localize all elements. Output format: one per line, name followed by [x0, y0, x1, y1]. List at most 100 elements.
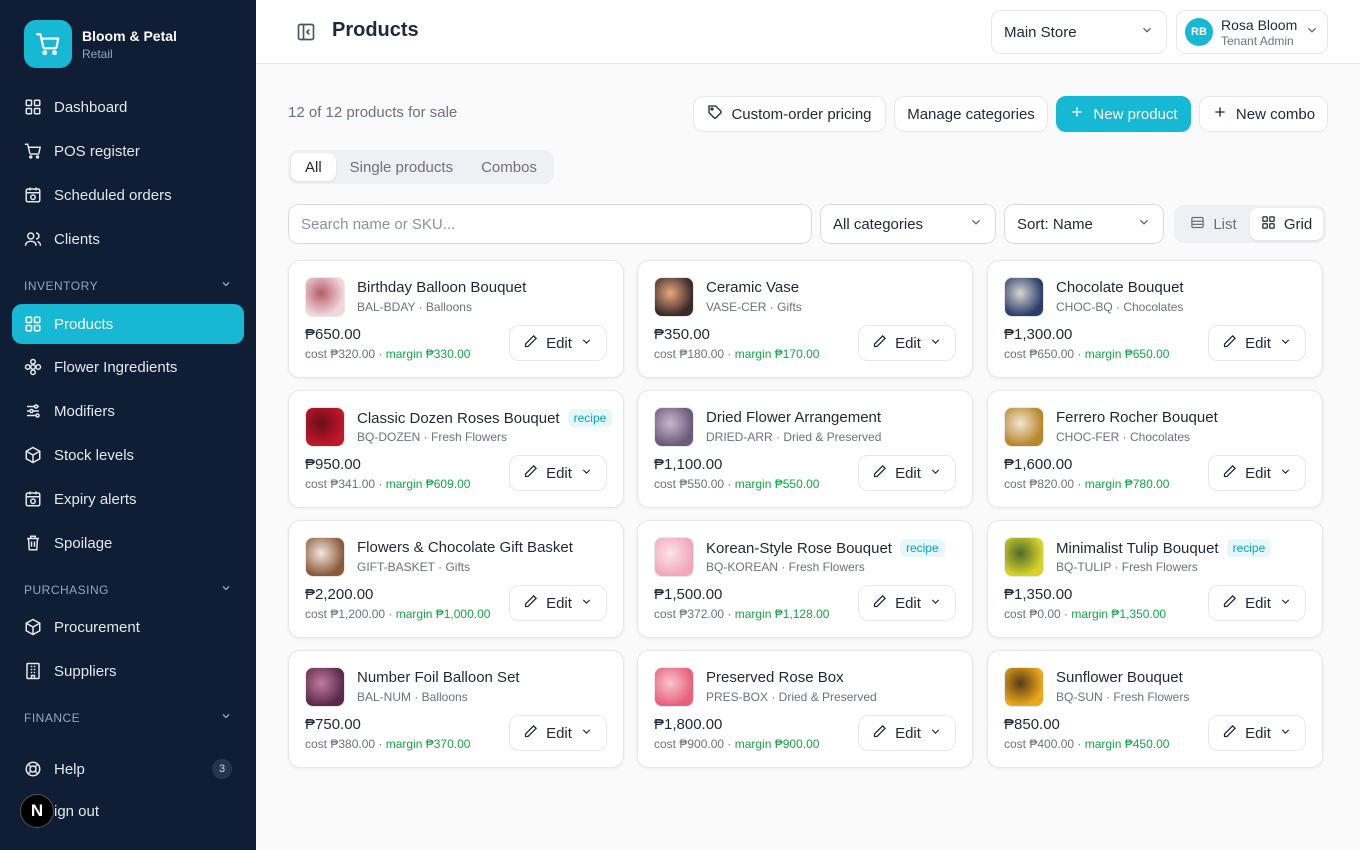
- sidebar-item-stock-levels[interactable]: Stock levels: [12, 435, 244, 475]
- section-label: FINANCE: [24, 710, 81, 725]
- manage-categories-button[interactable]: Manage categories: [894, 96, 1048, 132]
- tab-all[interactable]: All: [291, 153, 336, 181]
- product-thumbnail: [1004, 407, 1044, 447]
- product-card[interactable]: Ceramic Vase VASE-CER · Gifts ₱350.00 cost …: [637, 260, 973, 378]
- sidebar-item-products[interactable]: Products: [12, 304, 244, 344]
- sidebar-item-label: Spoilage: [54, 534, 113, 552]
- sidebar-item-pos-register[interactable]: POS register: [12, 131, 244, 171]
- section-inventory[interactable]: INVENTORY: [24, 278, 232, 293]
- product-price: ₱850.00: [1004, 716, 1060, 733]
- product-card[interactable]: Sunflower Bouquet BQ-SUN · Fresh Flowers ₱…: [987, 650, 1323, 768]
- search-input[interactable]: [288, 204, 812, 244]
- product-cost: cost ₱1,200.00 ·: [305, 607, 396, 621]
- edit-button[interactable]: Edit: [509, 455, 607, 491]
- dev-tools-badge[interactable]: N: [20, 794, 54, 828]
- edit-button[interactable]: Edit: [509, 585, 607, 621]
- product-type-tabs: All Single products Combos: [288, 150, 554, 184]
- new-combo-button[interactable]: New combo: [1199, 96, 1328, 132]
- new-product-button[interactable]: New product: [1056, 96, 1191, 132]
- sidebar-item-help[interactable]: Help 3: [12, 749, 244, 789]
- chevron-down-icon: [1140, 23, 1154, 41]
- edit-button[interactable]: Edit: [858, 715, 956, 751]
- edit-button[interactable]: Edit: [1208, 455, 1306, 491]
- product-card[interactable]: Ferrero Rocher Bouquet CHOC-FER · Chocola…: [987, 390, 1323, 508]
- product-cost-row: cost ₱320.00 · margin ₱330.00: [305, 347, 470, 361]
- custom-order-pricing-button[interactable]: Custom-order pricing: [693, 96, 886, 132]
- sidebar-item-procurement[interactable]: Procurement: [12, 607, 244, 647]
- edit-button[interactable]: Edit: [858, 325, 956, 361]
- section-purchasing[interactable]: PURCHASING: [24, 582, 232, 597]
- sidebar-item-label: Flower Ingredients: [54, 358, 178, 376]
- product-sku: BQ-TULIP · Fresh Flowers: [1056, 560, 1198, 574]
- product-cost: cost ₱0.00 ·: [1004, 607, 1072, 621]
- product-cost-row: cost ₱820.00 · margin ₱780.00: [1004, 477, 1169, 491]
- grid-view-button[interactable]: Grid: [1250, 208, 1323, 240]
- edit-button[interactable]: Edit: [858, 585, 956, 621]
- product-card[interactable]: Preserved Rose Box PRES-BOX · Dried & Pre…: [637, 650, 973, 768]
- sidebar-item-clients[interactable]: Clients: [12, 219, 244, 259]
- product-thumbnail: [305, 277, 345, 317]
- calendar-clock-icon: [24, 186, 42, 204]
- brand[interactable]: Bloom & Petal Retail: [24, 20, 177, 68]
- product-margin: margin ₱170.00: [734, 347, 820, 361]
- sidebar-item-suppliers[interactable]: Suppliers: [12, 651, 244, 691]
- category-filter-value: All categories: [833, 215, 924, 233]
- pencil-icon: [523, 594, 538, 613]
- sidebar-item-dashboard[interactable]: Dashboard: [12, 87, 244, 127]
- product-card[interactable]: Number Foil Balloon Set BAL-NUM · Balloon…: [288, 650, 624, 768]
- product-name: Number Foil Balloon Set: [357, 669, 520, 686]
- edit-button[interactable]: Edit: [1208, 585, 1306, 621]
- list-view-button[interactable]: List: [1177, 208, 1250, 240]
- pencil-icon: [1222, 594, 1237, 613]
- category-filter[interactable]: All categories: [820, 204, 996, 244]
- product-name-row: Birthday Balloon Bouquet: [357, 279, 526, 296]
- box-icon: [24, 446, 42, 464]
- product-name: Flowers & Chocolate Gift Basket: [357, 539, 573, 556]
- edit-button[interactable]: Edit: [509, 325, 607, 361]
- sidebar-item-modifiers[interactable]: Modifiers: [12, 391, 244, 431]
- sidebar-item-label: Scheduled orders: [54, 186, 172, 204]
- sidebar-item-scheduled-orders[interactable]: Scheduled orders: [12, 175, 244, 215]
- product-card[interactable]: Flowers & Chocolate Gift Basket GIFT-BASK…: [288, 520, 624, 638]
- edit-button[interactable]: Edit: [1208, 325, 1306, 361]
- section-label: PURCHASING: [24, 582, 110, 597]
- users-icon: [24, 230, 42, 248]
- product-card[interactable]: Minimalist Tulip Bouquet recipe BQ-TULIP ·…: [987, 520, 1323, 638]
- chevron-down-icon: [580, 725, 593, 742]
- sidebar-toggle-icon[interactable]: [296, 22, 316, 42]
- sort-select[interactable]: Sort: Name: [1004, 204, 1164, 244]
- edit-label: Edit: [546, 724, 572, 742]
- edit-label: Edit: [895, 594, 921, 612]
- product-cost-row: cost ₱650.00 · margin ₱650.00: [1004, 347, 1169, 361]
- edit-button[interactable]: Edit: [858, 455, 956, 491]
- edit-button[interactable]: Edit: [1208, 715, 1306, 751]
- chevron-down-icon: [929, 725, 942, 742]
- product-card[interactable]: Birthday Balloon Bouquet BAL-BDAY · Ballo…: [288, 260, 624, 378]
- tab-combos[interactable]: Combos: [467, 153, 551, 181]
- product-cost-row: cost ₱900.00 · margin ₱900.00: [654, 737, 819, 751]
- product-card[interactable]: Dried Flower Arrangement DRIED-ARR · Drie…: [637, 390, 973, 508]
- product-card[interactable]: Korean-Style Rose Bouquet recipe BQ-KOREAN…: [637, 520, 973, 638]
- tab-single-products[interactable]: Single products: [336, 153, 467, 181]
- product-cost: cost ₱372.00 ·: [654, 607, 735, 621]
- list-icon: [1190, 215, 1205, 234]
- grid-icon: [24, 315, 42, 333]
- store-selector[interactable]: Main Store: [991, 10, 1167, 54]
- sidebar-item-label: Procurement: [54, 618, 140, 636]
- user-menu[interactable]: RB Rosa Bloom Tenant Admin: [1176, 10, 1328, 54]
- edit-button[interactable]: Edit: [509, 715, 607, 751]
- product-card[interactable]: Chocolate Bouquet CHOC-BQ · Chocolates ₱1,…: [987, 260, 1323, 378]
- section-finance[interactable]: FINANCE: [24, 710, 232, 725]
- sidebar-item-expiry-alerts[interactable]: Expiry alerts: [12, 479, 244, 519]
- product-name-row: Korean-Style Rose Bouquet recipe: [706, 539, 945, 557]
- sidebar-item-label: Dashboard: [54, 98, 128, 116]
- sidebar-item-flower-ingredients[interactable]: Flower Ingredients: [12, 347, 244, 387]
- chevron-down-icon: [929, 465, 942, 482]
- product-thumbnail: [1004, 667, 1044, 707]
- product-card[interactable]: Classic Dozen Roses Bouquet recipe BQ-DOZE…: [288, 390, 624, 508]
- product-margin: margin ₱780.00: [1084, 477, 1170, 491]
- product-name-row: Dried Flower Arrangement: [706, 409, 881, 426]
- product-name-row: Flowers & Chocolate Gift Basket: [357, 539, 573, 556]
- sidebar-item-spoilage[interactable]: Spoilage: [12, 523, 244, 563]
- product-price: ₱1,100.00: [654, 456, 723, 473]
